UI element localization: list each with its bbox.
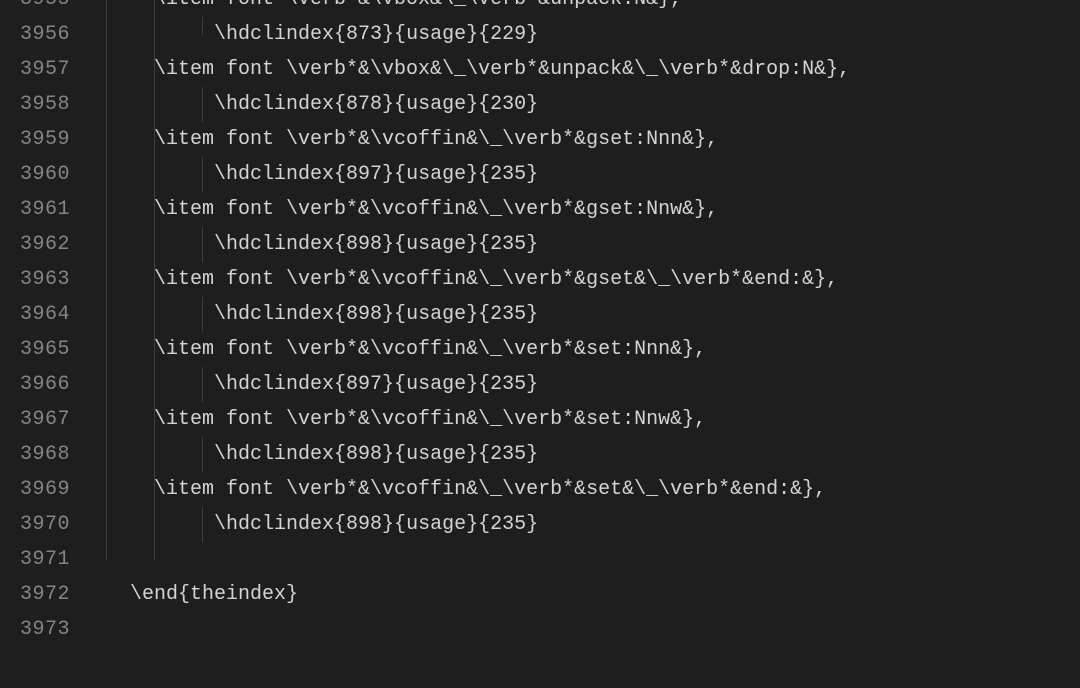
code-editor[interactable]: 3955 3956 3957 3958 3959 3960 3961 3962 … [0,0,1080,688]
code-line[interactable]: \hdclindex{898}{usage}{235} [106,297,1080,332]
line-number: 3957 [0,52,70,87]
indent [106,303,214,326]
code-text: \hdclindex{898}{usage}{235} [214,303,538,326]
indent [106,128,154,151]
indent [106,408,154,431]
code-line[interactable] [106,542,1080,577]
line-number: 3963 [0,262,70,297]
line-number: 3967 [0,402,70,437]
line-number: 3966 [0,367,70,402]
code-line[interactable]: \hdclindex{898}{usage}{235} [106,227,1080,262]
line-number: 3965 [0,332,70,367]
indent [106,58,154,81]
line-number: 3970 [0,507,70,542]
code-line[interactable]: \hdclindex{873}{usage}{229} [106,17,1080,52]
indent [106,478,154,501]
code-line[interactable]: \hdclindex{898}{usage}{235} [106,507,1080,542]
indent [106,268,154,291]
code-line[interactable]: \item font \verb*&\vcoffin&\_\verb*&set:… [106,332,1080,367]
line-number: 3969 [0,472,70,507]
code-text: \item font \verb*&\vcoffin&\_\verb*&set&… [154,478,826,501]
code-text: \item font \verb*&\vcoffin&\_\verb*&set:… [154,408,706,431]
line-number: 3971 [0,542,70,577]
code-text: \item font \verb*&\vcoffin&\_\verb*&set:… [154,338,706,361]
code-line[interactable]: \item font \verb*&\vcoffin&\_\verb*&gset… [106,262,1080,297]
code-line[interactable]: \item font \verb*&\vcoffin&\_\verb*&gset… [106,122,1080,157]
line-number: 3968 [0,437,70,472]
indent [106,0,154,11]
code-text: \item font \verb*&\vbox&\_\verb*&unpack:… [154,0,682,11]
indent [106,443,214,466]
line-number: 3973 [0,612,70,647]
code-text: \hdclindex{898}{usage}{235} [214,513,538,536]
code-line[interactable]: \item font \verb*&\vcoffin&\_\verb*&set&… [106,472,1080,507]
indent [106,163,214,186]
code-line[interactable]: \item font \verb*&\vbox&\_\verb*&unpack&… [106,52,1080,87]
line-number: 3972 [0,577,70,612]
code-text: \hdclindex{897}{usage}{235} [214,373,538,396]
code-line[interactable]: \hdclindex{897}{usage}{235} [106,367,1080,402]
code-text: \item font \verb*&\vbox&\_\verb*&unpack&… [154,58,850,81]
line-number: 3962 [0,227,70,262]
indent [106,198,154,221]
indent [106,583,130,606]
line-number: 3959 [0,122,70,157]
code-line[interactable] [106,612,1080,647]
code-line[interactable]: \hdclindex{878}{usage}{230} [106,87,1080,122]
code-text: \end{theindex} [130,583,298,606]
code-line[interactable]: \end{theindex} [106,577,1080,612]
code-text: \hdclindex{898}{usage}{235} [214,443,538,466]
line-number: 3956 [0,17,70,52]
code-text: \item font \verb*&\vcoffin&\_\verb*&gset… [154,128,718,151]
code-line[interactable]: \hdclindex{898}{usage}{235} [106,437,1080,472]
line-number: 3955 [0,0,70,17]
line-number: 3960 [0,157,70,192]
line-number: 3964 [0,297,70,332]
code-text: \hdclindex{873}{usage}{229} [214,23,538,46]
code-line[interactable]: \hdclindex{897}{usage}{235} [106,157,1080,192]
code-text: \item font \verb*&\vcoffin&\_\verb*&gset… [154,268,838,291]
code-text: \hdclindex{898}{usage}{235} [214,233,538,256]
indent [106,373,214,396]
code-text: \hdclindex{897}{usage}{235} [214,163,538,186]
code-line[interactable]: \item font \verb*&\vcoffin&\_\verb*&set:… [106,402,1080,437]
indent [106,233,214,256]
indent [106,23,214,46]
code-line[interactable]: \item font \verb*&\vbox&\_\verb*&unpack:… [106,0,1080,17]
indent [106,513,214,536]
code-area[interactable]: \item font \verb*&\vbox&\_\verb*&unpack:… [88,0,1080,688]
indent [106,338,154,361]
code-line[interactable]: \item font \verb*&\vcoffin&\_\verb*&gset… [106,192,1080,227]
code-text: \hdclindex{878}{usage}{230} [214,93,538,116]
line-number: 3961 [0,192,70,227]
line-number-gutter: 3955 3956 3957 3958 3959 3960 3961 3962 … [0,0,88,688]
indent [106,93,214,116]
line-number: 3958 [0,87,70,122]
code-text: \item font \verb*&\vcoffin&\_\verb*&gset… [154,198,718,221]
